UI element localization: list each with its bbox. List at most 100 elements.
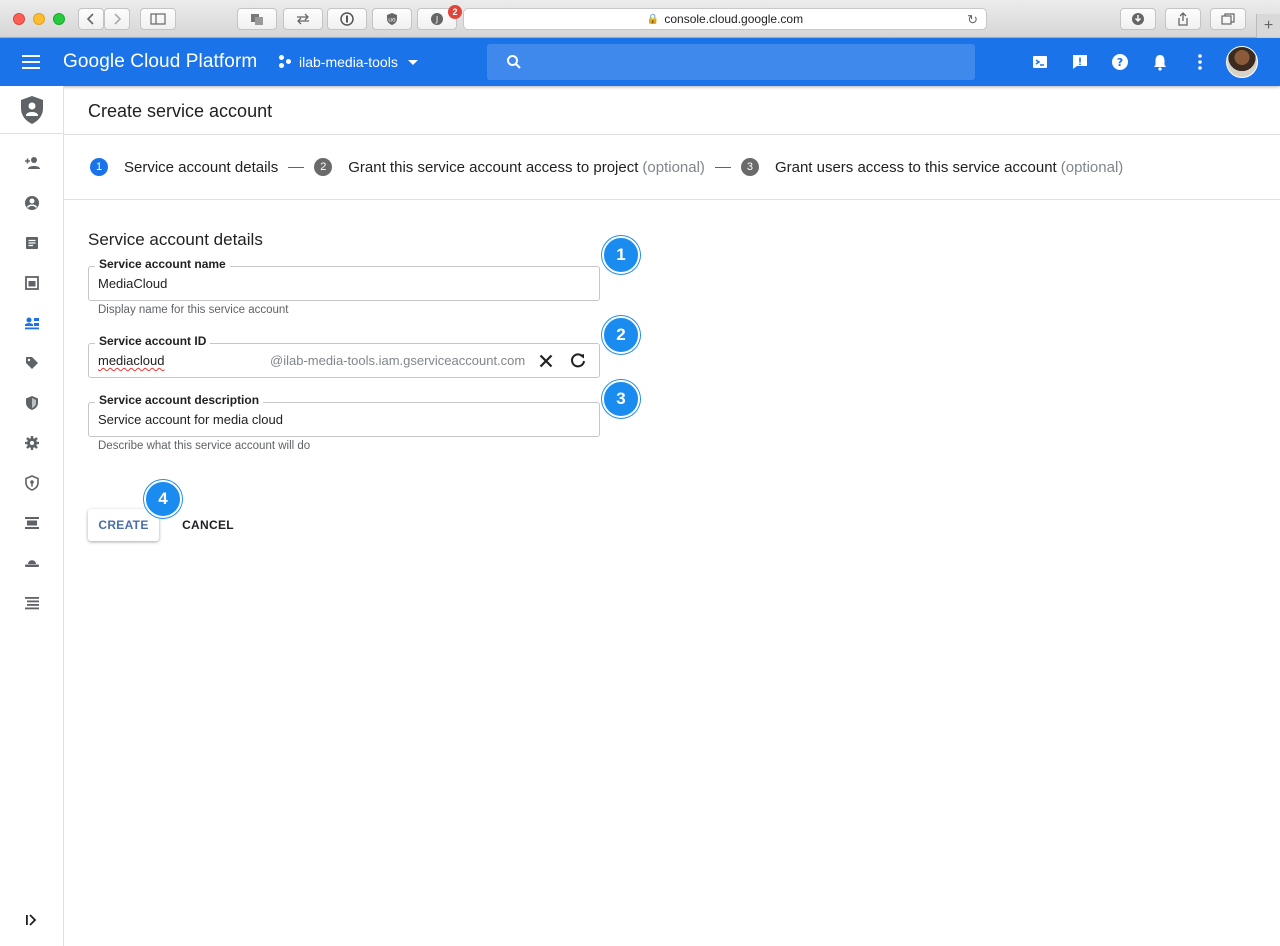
swap-arrows-icon (297, 13, 309, 25)
share-button[interactable] (1165, 8, 1201, 30)
sidebar-icon (150, 13, 166, 25)
service-account-name-field[interactable]: Service account name MediaCloud (88, 257, 600, 301)
security-shield-icon (20, 95, 43, 124)
service-account-description-helper: Describe what this service account will … (98, 440, 311, 452)
stack-icon (251, 14, 263, 25)
add-person-icon[interactable] (24, 155, 40, 171)
download-icon (1132, 13, 1144, 25)
minimize-window-button[interactable] (33, 13, 45, 25)
back-button[interactable] (78, 8, 104, 30)
help-icon[interactable]: ? (1110, 52, 1130, 72)
document-icon[interactable] (24, 235, 40, 251)
service-account-description-field[interactable]: Service account description Service acco… (88, 393, 600, 437)
ublock-shield-icon: uo (387, 13, 397, 25)
lock-icon: 🔒 (646, 13, 660, 25)
search-input[interactable] (487, 44, 975, 80)
user-avatar[interactable] (1226, 46, 1258, 78)
extension-button-2[interactable] (283, 8, 323, 30)
section-title: Service account details (88, 230, 263, 249)
extension-badge-count: 2 (448, 5, 462, 19)
reload-icon[interactable]: ↻ (967, 12, 978, 28)
callout-badge-2: 2 (602, 316, 640, 354)
service-account-description-label: Service account description (95, 393, 264, 407)
notifications-bell-icon[interactable] (1150, 52, 1170, 72)
callout-badge-4: 4 (144, 480, 182, 518)
clear-icon[interactable] (536, 351, 556, 371)
iam-section-header[interactable] (0, 86, 63, 134)
plus-icon: + (1263, 17, 1274, 34)
calendar-icon[interactable] (24, 275, 40, 291)
project-name: ilab-media-tools (299, 54, 398, 70)
service-account-id-field[interactable]: Service account ID mediacloud @ilab-medi… (88, 334, 600, 378)
menu-icon[interactable] (22, 55, 40, 69)
new-tab-button[interactable]: + (1256, 14, 1280, 38)
step-2-number: 2 (314, 158, 333, 176)
gear-icon[interactable] (24, 435, 40, 451)
service-account-name-helper: Display name for this service account (98, 304, 289, 316)
step-2-optional: (optional) (642, 158, 705, 176)
chevron-right-icon (114, 13, 122, 25)
service-account-id-label: Service account ID (95, 334, 211, 348)
service-account-name-label: Service account name (95, 257, 230, 271)
share-icon (1178, 12, 1188, 26)
page-title-bar: Create service account (64, 86, 1280, 135)
extension-button-1[interactable] (237, 8, 277, 30)
security-check-icon[interactable] (24, 475, 40, 491)
lines-icon[interactable] (24, 595, 40, 611)
service-account-name-value[interactable]: MediaCloud (98, 276, 167, 291)
url-text: console.cloud.google.com (664, 12, 804, 26)
feedback-icon[interactable] (1070, 52, 1090, 72)
service-account-description-value[interactable]: Service account for media cloud (98, 412, 283, 427)
downloads-button[interactable] (1120, 8, 1156, 30)
service-account-id-suffix: @ilab-media-tools.iam.gserviceaccount.co… (270, 353, 526, 368)
service-accounts-icon[interactable] (24, 315, 40, 331)
step-separator (288, 166, 305, 168)
chevron-left-icon (86, 13, 94, 25)
step-3-label[interactable]: Grant users access to this service accou… (775, 159, 1057, 176)
password-manager-button[interactable] (327, 8, 367, 30)
stepper: 1 Service account details 2 Grant this s… (64, 135, 1280, 200)
step-3-optional: (optional) (1060, 158, 1124, 176)
service-account-id-value[interactable]: mediacloud (98, 353, 165, 368)
refresh-icon[interactable] (568, 351, 588, 371)
cancel-button[interactable]: CANCEL (172, 509, 244, 541)
list-icon[interactable] (24, 515, 40, 531)
browser-toolbar: uo J 2 🔒 console.cloud.google.com ↻ + (0, 0, 1280, 38)
callout-badge-3: 3 (602, 380, 640, 418)
step-separator (714, 166, 731, 168)
shield-icon[interactable] (24, 395, 40, 411)
tabs-icon (1221, 13, 1235, 25)
dropdown-caret-icon (407, 59, 418, 65)
left-nav (0, 86, 64, 946)
tabs-overview-button[interactable] (1210, 8, 1246, 30)
1password-icon (340, 12, 354, 26)
ghostery-icon: J (431, 13, 443, 25)
extension-button-badge[interactable]: J 2 (417, 5, 462, 30)
more-options-icon[interactable] (1190, 52, 1210, 72)
cloud-shell-icon[interactable] (1030, 52, 1050, 72)
sidebar-toggle-button[interactable] (140, 8, 176, 30)
svg-text:J: J (435, 15, 438, 24)
zoom-window-button[interactable] (53, 13, 65, 25)
address-bar[interactable]: 🔒 console.cloud.google.com ↻ (463, 8, 987, 30)
svg-text:uo: uo (388, 17, 396, 24)
create-button[interactable]: CREATE (88, 509, 159, 541)
step-2-label[interactable]: Grant this service account access to pro… (348, 159, 638, 176)
brand-title[interactable]: Google Cloud Platform (63, 51, 257, 73)
hat-icon[interactable] (24, 555, 40, 571)
project-selector[interactable]: ilab-media-tools (279, 54, 418, 70)
step-1-number: 1 (90, 158, 108, 176)
gcp-header: Google Cloud Platform ilab-media-tools ? (0, 38, 1280, 86)
close-window-button[interactable] (13, 13, 25, 25)
account-circle-icon[interactable] (24, 195, 40, 211)
forward-button[interactable] (104, 8, 130, 30)
step-3-number: 3 (740, 158, 759, 176)
ublock-button[interactable]: uo (372, 8, 412, 30)
search-icon (507, 55, 521, 69)
expand-icon[interactable] (24, 912, 40, 928)
step-1-label[interactable]: Service account details (124, 159, 278, 176)
project-icon (279, 55, 293, 69)
svg-text:?: ? (1117, 56, 1123, 69)
page-title: Create service account (88, 101, 273, 121)
tag-icon[interactable] (24, 355, 40, 371)
